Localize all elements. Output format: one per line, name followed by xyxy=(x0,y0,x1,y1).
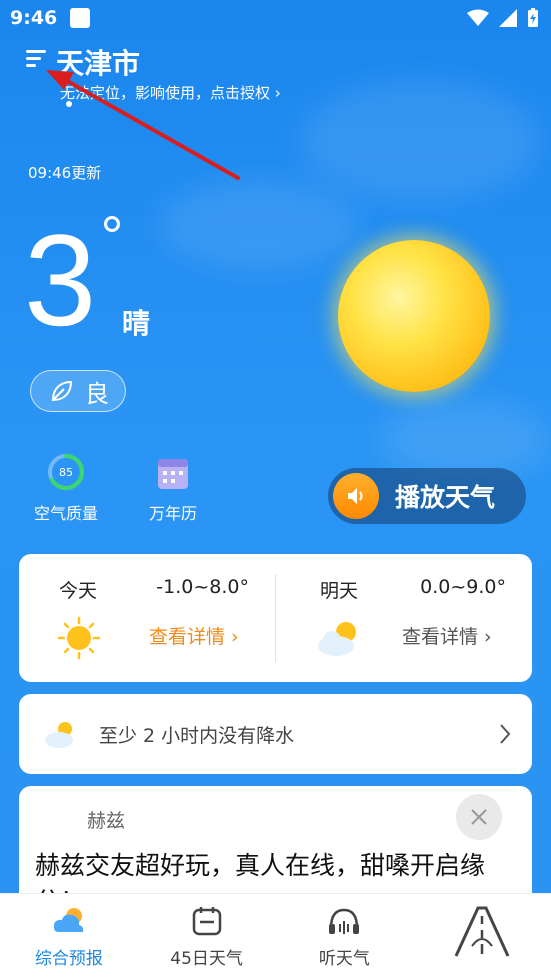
nav-label-45day: 45日天气 xyxy=(170,949,243,969)
precipitation-text: 至少 2 小时内没有降水 xyxy=(99,724,295,747)
nav-label-listen: 听天气 xyxy=(318,949,370,969)
sun-icon xyxy=(338,240,490,392)
status-icons xyxy=(467,8,539,28)
nav-item-forecast[interactable]: 综合预报 xyxy=(0,894,138,979)
calendar-icon xyxy=(192,907,221,936)
location-dot-icon xyxy=(66,101,72,107)
forecast-card: 今天 -1.0~8.0° 查看详情 › 明天 0.0~9.0° 查看详情 › xyxy=(19,554,532,682)
leaf-icon xyxy=(51,380,73,402)
today-label: 今天 xyxy=(59,580,98,602)
status-bar: 9:46 xyxy=(0,0,551,38)
cloud-sun-icon xyxy=(53,908,84,932)
calendar-label: 万年历 xyxy=(148,504,197,523)
close-icon[interactable] xyxy=(456,794,502,840)
headphones-icon xyxy=(329,908,360,934)
nav-item-road[interactable] xyxy=(413,894,551,979)
degree-symbol xyxy=(104,216,120,232)
nav-item-listen[interactable]: 听天气 xyxy=(276,894,414,979)
city-name[interactable]: 天津市 xyxy=(56,42,140,82)
weather-condition: 晴 xyxy=(122,307,151,340)
air-quality-label: 空气质量 xyxy=(33,504,98,523)
play-weather-button[interactable]: 播放天气 xyxy=(328,468,526,524)
status-time: 9:46 xyxy=(10,7,58,29)
precipitation-notice[interactable]: 至少 2 小时内没有降水 xyxy=(19,694,532,774)
current-temperature: 3 xyxy=(24,207,97,353)
calendar-icon xyxy=(158,459,188,489)
location-permission-hint[interactable]: 无法定位，影响使用，点击授权 › xyxy=(60,82,281,103)
tomorrow-details-link[interactable]: 查看详情 › xyxy=(402,622,492,649)
today-details-link[interactable]: 查看详情 › xyxy=(149,622,239,649)
tomorrow-label: 明天 xyxy=(320,580,359,602)
aqi-value: 85 xyxy=(59,466,73,479)
today-temp-range: -1.0~8.0° xyxy=(156,576,249,598)
partly-cloudy-icon xyxy=(318,622,356,656)
nav-label-forecast: 综合预报 xyxy=(34,949,103,969)
air-quality-badge[interactable]: 良 xyxy=(30,370,126,412)
calendar-button[interactable]: 万年历 xyxy=(133,452,213,524)
update-time: 09:46更新 xyxy=(28,164,102,182)
nav-item-45day[interactable]: 45日天气 xyxy=(138,894,276,979)
bottom-navigation: 综合预报 45日天气 听天气 xyxy=(0,893,551,979)
signal-icon xyxy=(499,9,517,27)
forecast-today[interactable]: 今天 -1.0~8.0° 查看详情 › xyxy=(19,554,275,682)
air-quality-ring-icon: 85 xyxy=(46,452,86,492)
menu-icon[interactable] xyxy=(26,48,48,70)
road-icon xyxy=(454,906,510,957)
forecast-tomorrow[interactable]: 明天 0.0~9.0° 查看详情 › xyxy=(276,554,532,682)
ad-brand: 赫兹 xyxy=(87,810,126,832)
speaker-icon xyxy=(333,473,379,519)
play-weather-label: 播放天气 xyxy=(395,483,496,512)
sunny-icon xyxy=(57,616,101,660)
air-quality-label: 良 xyxy=(85,379,109,408)
partly-cloudy-icon xyxy=(45,722,73,748)
wifi-icon xyxy=(467,9,489,26)
tomorrow-temp-range: 0.0~9.0° xyxy=(420,576,506,598)
battery-icon xyxy=(528,8,538,27)
notification-app-icon xyxy=(70,8,90,28)
air-quality-button[interactable]: 85 空气质量 xyxy=(26,452,106,524)
chevron-right-icon xyxy=(500,724,511,744)
